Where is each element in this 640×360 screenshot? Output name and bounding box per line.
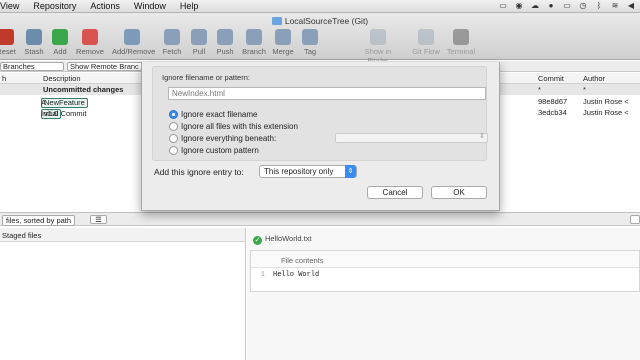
menu-window[interactable]: Window [127, 1, 173, 11]
toolbar-label: Terminal [446, 47, 476, 56]
toolbar-label: Add [53, 47, 67, 56]
menu-bar: View Repository Actions Window Help ▭ ◉ … [0, 0, 640, 13]
window-toolbar: LocalSourceTree (Git) ResetStashAddRemov… [0, 13, 640, 65]
remove-icon [82, 29, 98, 45]
wifi-icon[interactable]: ≋ [610, 1, 620, 10]
fetch-icon [164, 29, 180, 45]
volume-icon[interactable]: ◀ [626, 1, 636, 10]
toolbar-label: Push [216, 47, 234, 56]
menu-view[interactable]: View [0, 1, 26, 11]
menu-repository[interactable]: Repository [26, 1, 83, 11]
toolbar-git-flow-button[interactable]: Git Flow [406, 29, 446, 56]
chat-icon[interactable]: ● [546, 1, 556, 10]
diff-view: File contents 1 Hello World [250, 250, 640, 292]
radio-extension[interactable]: Ignore all files with this extension [169, 122, 298, 131]
toolbar-show-in-finder-button[interactable]: Show in Finder [358, 29, 398, 65]
staged-files-pane: Staged files [0, 228, 246, 360]
search-field[interactable] [630, 215, 640, 224]
menu-help[interactable]: Help [173, 1, 206, 11]
radio-button [169, 110, 178, 119]
ok-button[interactable]: OK [431, 186, 487, 199]
radio-button [169, 146, 178, 155]
branches-select[interactable]: Branches [0, 62, 64, 71]
beneath-path-select[interactable] [335, 132, 488, 143]
merge-icon [275, 29, 291, 45]
add-remove-icon [124, 29, 140, 45]
cancel-button[interactable]: Cancel [367, 186, 423, 199]
radio-button [169, 122, 178, 131]
check-icon: ✓ [253, 236, 262, 245]
file-sort-bar: files, sorted by path ☰ [0, 212, 640, 226]
pattern-label: Ignore filename or pattern: [162, 73, 250, 82]
pattern-input[interactable] [168, 87, 486, 100]
window-title: LocalSourceTree (Git) [0, 16, 640, 26]
radio-custom-pattern[interactable]: Ignore custom pattern [169, 146, 259, 155]
toolbar-remove-button[interactable]: Remove [70, 29, 110, 56]
toolbar-add-remove-button[interactable]: Add/Remove [112, 29, 156, 56]
radio-button [169, 134, 178, 143]
reset-icon [0, 29, 14, 45]
diff-header: File contents [251, 251, 639, 268]
airplay-icon[interactable]: ▭ [562, 1, 572, 10]
diff-line: 1 Hello World [251, 268, 639, 279]
terminal-icon [453, 29, 469, 45]
graph-column[interactable]: h [2, 74, 6, 83]
camera-icon[interactable]: ◉ [514, 1, 524, 10]
list-view-icon[interactable]: ☰ [90, 215, 107, 224]
branch-icon [246, 29, 262, 45]
toolbar-label: Tag [303, 47, 317, 56]
file-tab[interactable]: ✓ HelloWorld.txt [253, 234, 312, 245]
author-column[interactable]: Author [583, 74, 605, 83]
line-number: 1 [260, 271, 265, 279]
radio-exact-filename[interactable]: Ignore exact filename [169, 110, 258, 119]
add-icon [52, 29, 68, 45]
commit-column[interactable]: Commit [538, 74, 564, 83]
toolbar-label: Add/Remove [112, 47, 156, 56]
entry-label: Add this ignore entry to: [154, 167, 244, 177]
git-flow-icon [418, 29, 434, 45]
screen-icon[interactable]: ▭ [498, 1, 508, 10]
sort-select[interactable]: files, sorted by path [2, 215, 76, 226]
show-in-finder-icon [370, 29, 386, 45]
cloud-icon[interactable]: ☁ [530, 1, 540, 10]
toolbar-label: Pull [192, 47, 206, 56]
toolbar-tag-button[interactable]: Tag [290, 29, 330, 56]
stepper-arrows-icon: ⇕ [345, 165, 356, 178]
radio-everything-beneath[interactable]: Ignore everything beneath: [169, 134, 276, 143]
diff-pane: ✓ HelloWorld.txt File contents 1 Hello Wor… [247, 228, 640, 360]
tag-icon [302, 29, 318, 45]
toolbar-terminal-button[interactable]: Terminal [441, 29, 481, 56]
toolbar-label: Remove [76, 47, 104, 56]
description-column[interactable]: Description [43, 74, 81, 83]
entry-select[interactable]: This repository only ⇕ [259, 165, 357, 178]
bluetooth-icon[interactable]: ᛒ [594, 1, 604, 10]
ignore-dialog: Ignore filename or pattern: Ignore exact… [141, 62, 500, 211]
staged-files-header: Staged files [0, 228, 245, 242]
push-icon [217, 29, 233, 45]
timemachine-icon[interactable]: ◷ [578, 1, 588, 10]
ignore-options-box: Ignore filename or pattern: Ignore exact… [152, 66, 488, 161]
toolbar-label: Git Flow [412, 47, 440, 56]
folder-icon [271, 17, 282, 25]
status-icons: ▭ ◉ ☁ ● ▭ ◷ ᛒ ≋ ◀ [498, 1, 636, 10]
menu-actions[interactable]: Actions [83, 1, 127, 11]
line-text: Hello World [273, 271, 320, 279]
